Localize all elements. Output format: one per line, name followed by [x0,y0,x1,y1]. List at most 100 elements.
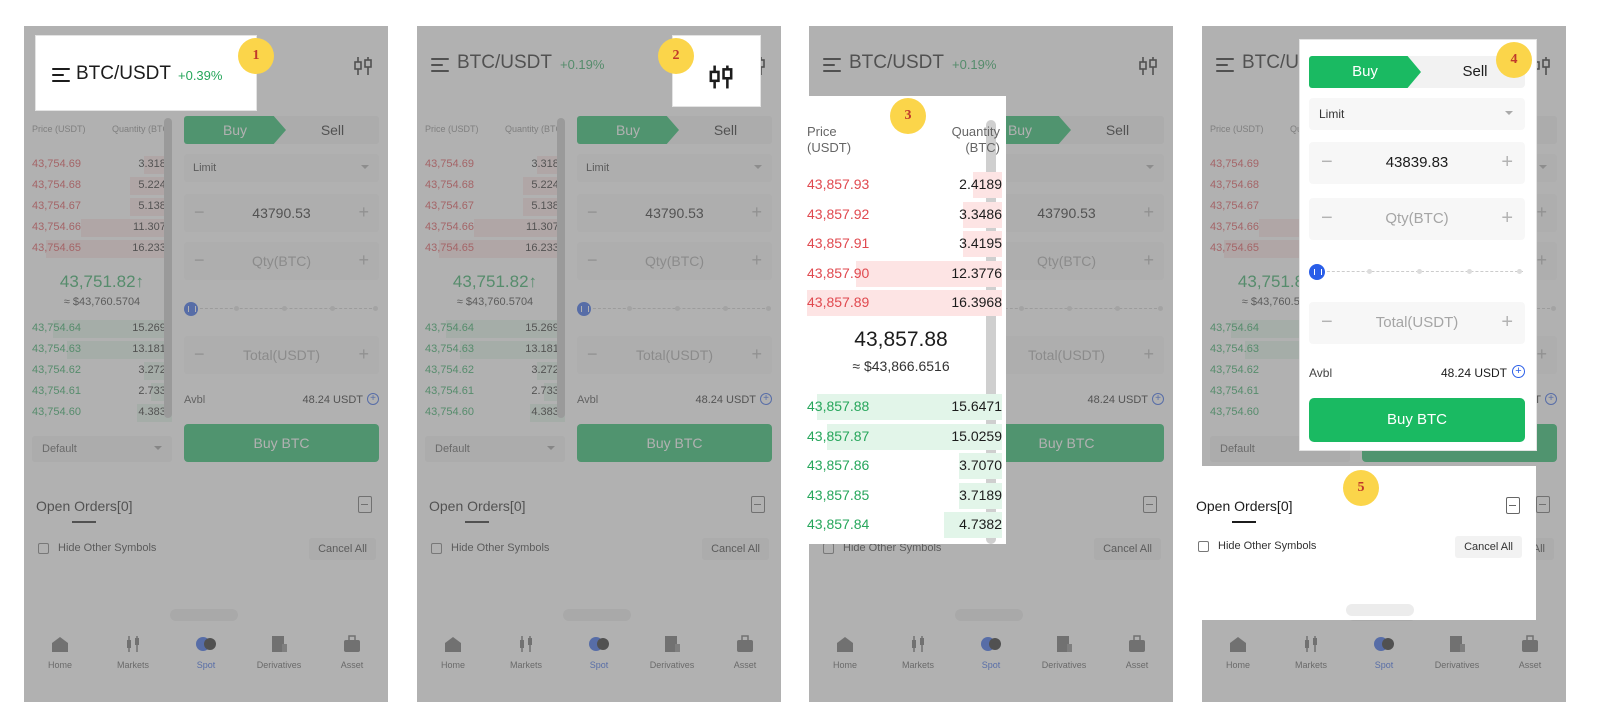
nav-asset[interactable]: Asset [1494,634,1566,670]
plus-icon[interactable]: + [358,344,369,365]
menu-icon[interactable] [52,68,70,82]
menu-icon[interactable] [431,58,449,72]
price-input[interactable]: 43790.53 [999,205,1134,221]
minus-icon[interactable]: − [1321,207,1333,230]
ask-row[interactable]: 43,754.693.3188 [32,154,172,175]
minus-icon[interactable]: − [1321,151,1333,174]
plus-icon[interactable]: + [1143,250,1154,271]
candlestick-chart-icon[interactable] [1137,56,1159,76]
order-type-select[interactable]: Limit [577,154,772,182]
ask-row[interactable]: 43,857.92 3.3486 [807,200,1002,229]
cancel-all-button[interactable]: Cancel All [1094,538,1161,560]
nav-spot[interactable]: Spot [563,634,635,670]
plus-icon[interactable]: + [751,250,762,271]
nav-asset[interactable]: Asset [709,634,781,670]
add-funds-icon[interactable]: + [1512,365,1525,378]
drag-handle[interactable] [170,609,238,621]
hide-other-symbols-checkbox[interactable] [38,543,49,554]
plus-icon[interactable]: + [1501,151,1513,174]
bid-row[interactable]: 43,754.604.3831 [425,402,565,423]
ask-row[interactable]: 43,754.6516.2333 [425,238,565,259]
price-input[interactable]: 43790.53 [214,205,349,221]
ask-row[interactable]: 43,857.91 3.4195 [807,229,1002,258]
bid-row[interactable]: 43,754.623.2725 [425,360,565,381]
add-funds-icon[interactable]: + [367,393,379,405]
menu-icon[interactable] [823,58,841,72]
orderbook-scrollbar[interactable] [164,118,172,418]
order-history-icon[interactable] [751,496,765,513]
ask-row[interactable]: 43,754.6611.3070 [32,217,172,238]
bid-row[interactable]: 43,754.604.3831 [32,402,172,423]
bid-row[interactable]: 43,857.85 3.7189 [807,481,1002,510]
open-orders-tab[interactable]: Open Orders[0] [36,498,133,514]
bid-row[interactable]: 43,754.623.2725 [32,360,172,381]
add-funds-icon[interactable]: + [1545,393,1557,405]
nav-spot[interactable]: Spot [955,634,1027,670]
ask-row[interactable]: 43,754.6516.2333 [32,238,172,259]
nav-home[interactable]: Home [1202,634,1274,670]
hide-other-symbols-checkbox[interactable] [431,543,442,554]
bid-row[interactable]: 43,754.6415.2698 [32,318,172,339]
minus-icon[interactable]: − [194,202,205,223]
cancel-all-button[interactable]: Cancel All [309,538,376,560]
quantity-input[interactable]: Qty(BTC) [999,253,1134,269]
nav-markets[interactable]: Markets [490,634,562,670]
plus-icon[interactable]: + [1501,311,1513,334]
add-funds-icon[interactable]: + [760,393,772,405]
plus-icon[interactable]: + [358,250,369,271]
buy-btc-button[interactable]: Buy BTC [1309,398,1525,442]
buy-tab[interactable]: Buy [577,116,679,144]
total-input[interactable]: Total(USDT) [607,347,742,363]
slider-thumb[interactable] [577,302,591,316]
sell-tab[interactable]: Sell [286,116,379,144]
amount-slider[interactable] [184,302,379,316]
minus-icon[interactable]: − [587,250,598,271]
minus-icon[interactable]: − [587,202,598,223]
plus-icon[interactable]: + [1536,344,1547,365]
nav-asset[interactable]: Asset [316,634,388,670]
price-input[interactable]: 43839.83 [1343,154,1491,171]
bid-row[interactable]: 43,857.87 15.0259 [807,422,1002,451]
menu-icon[interactable] [1216,58,1234,72]
buy-btc-button[interactable]: Buy BTC [577,424,772,462]
plus-icon[interactable]: + [1536,250,1547,271]
buy-btc-button[interactable]: Buy BTC [184,424,379,462]
bid-row[interactable]: 43,857.88 15.6471 [807,392,1002,421]
order-type-select[interactable]: Limit [1309,98,1525,130]
ask-row[interactable]: 43,754.6611.3070 [425,217,565,238]
orderbook-scrollbar[interactable] [557,118,565,418]
trading-pair[interactable]: BTC/USDT [849,52,944,74]
trading-pair[interactable]: BTC/USDT [457,52,552,74]
total-input[interactable]: Total(USDT) [214,347,349,363]
buy-tab[interactable]: Buy [1309,56,1421,88]
ask-row[interactable]: 43,857.93 2.4189 [807,170,1002,199]
nav-markets[interactable]: Markets [1275,634,1347,670]
depth-select[interactable]: Default [32,436,172,462]
plus-icon[interactable]: + [358,202,369,223]
ask-row[interactable]: 43,754.685.2249 [32,175,172,196]
order-history-icon[interactable] [1143,496,1157,513]
total-input[interactable]: Total(USDT) [999,347,1134,363]
ask-row[interactable]: 43,857.90 12.3776 [807,259,1002,288]
cancel-all-button[interactable]: Cancel All [1455,536,1522,558]
bid-row[interactable]: 43,754.6313.1815 [32,339,172,360]
nav-markets[interactable]: Markets [882,634,954,670]
nav-asset[interactable]: Asset [1101,634,1173,670]
ask-row[interactable]: 43,857.89 16.3968 [807,288,1002,317]
nav-spot[interactable]: Spot [170,634,242,670]
minus-icon[interactable]: − [1321,311,1333,334]
sell-tab[interactable]: Sell [679,116,772,144]
minus-icon[interactable]: − [194,344,205,365]
bid-row[interactable]: 43,754.612.7338 [425,381,565,402]
ask-row[interactable]: 43,754.693.3188 [425,154,565,175]
total-input[interactable]: Total(USDT) [1343,314,1491,331]
bid-row[interactable]: 43,857.84 4.7382 [807,510,1002,539]
plus-icon[interactable]: + [1501,207,1513,230]
ask-row[interactable]: 43,754.675.1388 [32,196,172,217]
price-input[interactable]: 43790.53 [607,205,742,221]
quantity-input[interactable]: Qty(BTC) [214,253,349,269]
plus-icon[interactable]: + [1536,202,1547,223]
nav-derivatives[interactable]: Derivatives [1028,634,1100,670]
nav-markets[interactable]: Markets [97,634,169,670]
bid-row[interactable]: 43,754.612.7338 [32,381,172,402]
